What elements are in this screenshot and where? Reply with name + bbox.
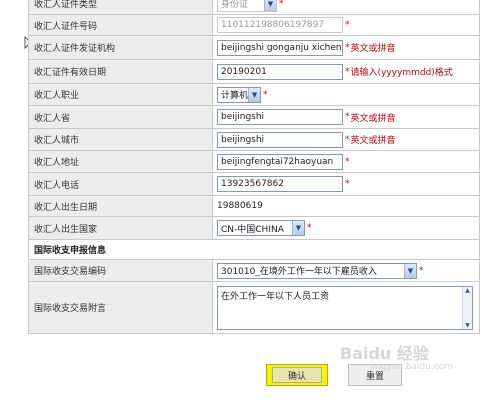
field-label: 收汇人出生日期 [28,195,213,217]
select-value: 身份证 [221,0,249,10]
form-row: 收汇证件有效日期 20190201 *请输入(yyyymmdd)格式 [28,59,480,84]
field-hint: 请输入(yyyymmdd)格式 [350,68,453,78]
scroll-down-icon[interactable]: ▼ [465,322,470,329]
chevron-down-icon[interactable]: ▼ [292,221,304,235]
field-input[interactable]: 20190201 [217,63,343,80]
required-mark: * [419,265,424,276]
section-title: 国际收支申报信息 [28,239,480,260]
field-hint: 英文或拼音 [350,113,396,124]
form-row: 国际收支交易附言 在外工作一年以下人员工资 ▲ ▼ [28,281,480,334]
required-mark: * [345,179,350,189]
required-mark: * [279,0,284,9]
required-mark: * [345,156,350,167]
select-value: 计算机 [221,91,249,101]
form-row: 收汇人省 beijingshi *英文或拼音 [28,105,480,129]
field-hint: 英文或拼音 [350,44,396,54]
field-label: 收汇人证件号码 [28,14,213,36]
form-row: 国际收支交易编码 301010_在境外工作一年以下雇员收入 ▼ * [28,259,480,282]
chevron-down-icon[interactable]: ▼ [248,87,260,102]
form-row: 收汇人地址 beijingfengtai72haoyuan * [28,150,480,173]
field-label: 收汇人出生国家 [28,216,213,240]
field-value-cell: beijingshi gonganju xichen *英文或拼音 [212,35,480,60]
field-label: 收汇人证件发证机构 [28,35,213,60]
remittance-form: 收汇人证件类型 身份证 ▼ * 收汇人证件号码 110112198806197897 * 收汇… [28,0,480,334]
form-row: 收汇人证件发证机构 beijingshi gonganju xichen *英文或拼… [28,35,480,60]
field-input[interactable]: 13923567862 [217,176,343,192]
field-input[interactable]: beijingshi [217,131,343,148]
field-label: 收汇人证件类型 [28,0,213,15]
field-label: 收汇证件有效日期 [28,59,213,84]
field-value-cell: 身份证 ▼ * [212,0,480,15]
section-header-row: 国际收支申报信息 [28,239,480,260]
form-row: 收汇人证件号码 110112198806197897 * [28,14,480,36]
textarea-value: 在外工作一年以下人员工资 [221,291,330,302]
field-label: 收汇人省 [28,105,213,129]
form-row: 收汇人职业 计算机 ▼ * [28,83,480,106]
field-label: 国际收支交易编码 [28,259,213,282]
field-select[interactable]: 计算机 ▼ [217,86,261,103]
field-value-cell: 110112198806197897 * [212,14,480,36]
select-value: CN-中国CHINA [221,224,284,235]
field-label: 收汇人职业 [28,83,213,106]
form-row: 收汇人城市 beijingshi *英文或拼音 [28,128,480,151]
required-mark: * [345,112,350,122]
confirm-button-label: 确认 [272,367,322,383]
trade-code-select[interactable]: 301010_在境外工作一年以下雇员收入 ▼ [217,262,417,279]
required-mark: * [307,223,312,233]
field-label: 收汇人城市 [28,128,213,151]
field-value-cell: CN-中国CHINA ▼ * [212,216,480,240]
field-input[interactable]: beijingshi [217,109,343,125]
field-value-cell: 19880619 [212,195,480,217]
field-value-cell: 在外工作一年以下人员工资 ▲ ▼ [212,281,480,334]
field-input[interactable]: beijingfengtai72haoyuan [217,153,343,170]
field-value-cell: beijingfengtai72haoyuan * [212,150,480,173]
field-value-cell: 13923567862 * [212,172,480,196]
field-value-cell: 计算机 ▼ * [212,83,480,106]
required-mark: * [263,89,268,100]
select-value: 301010_在境外工作一年以下雇员收入 [221,267,377,277]
confirm-button[interactable]: 确认 [266,364,328,386]
field-value-cell: 20190201 *请输入(yyyymmdd)格式 [212,59,480,84]
form-row: 收汇人出生日期 19880619 [28,195,480,217]
form-row: 收汇人证件类型 身份证 ▼ * [28,0,480,15]
required-mark: * [345,134,350,145]
field-value-cell: 301010_在境外工作一年以下雇员收入 ▼ * [212,259,480,282]
required-mark: * [345,20,350,30]
field-label: 收汇人地址 [28,150,213,173]
field-value-cell: beijingshi *英文或拼音 [212,128,480,151]
field-static-value: 19880619 [217,200,263,211]
field-select[interactable]: CN-中国CHINA ▼ [217,220,305,236]
chevron-down-icon[interactable]: ▼ [404,263,416,278]
field-select: 身份证 ▼ [217,0,277,12]
field-input: 110112198806197897 [217,17,343,33]
scroll-up-icon[interactable]: ▲ [465,287,470,294]
required-mark: * [345,42,350,53]
field-label: 收汇人电话 [28,172,213,196]
chevron-down-icon: ▼ [264,0,276,11]
field-label: 国际收支交易附言 [28,281,213,334]
field-input[interactable]: beijingshi gonganju xichen [217,39,343,56]
watermark-brand: Baidu 经验 [340,344,429,363]
form-row: 收汇人电话 13923567862 * [28,172,480,196]
required-mark: * [345,66,350,77]
form-row: 收汇人出生国家 CN-中国CHINA ▼ * [28,216,480,240]
textarea-scrollbar[interactable]: ▲ ▼ [462,286,472,329]
field-hint: 英文或拼音 [350,136,396,146]
trade-note-textarea[interactable]: 在外工作一年以下人员工资 ▲ ▼ [217,285,473,330]
reset-button[interactable]: 重置 [348,364,402,386]
field-value-cell: beijingshi *英文或拼音 [212,105,480,129]
